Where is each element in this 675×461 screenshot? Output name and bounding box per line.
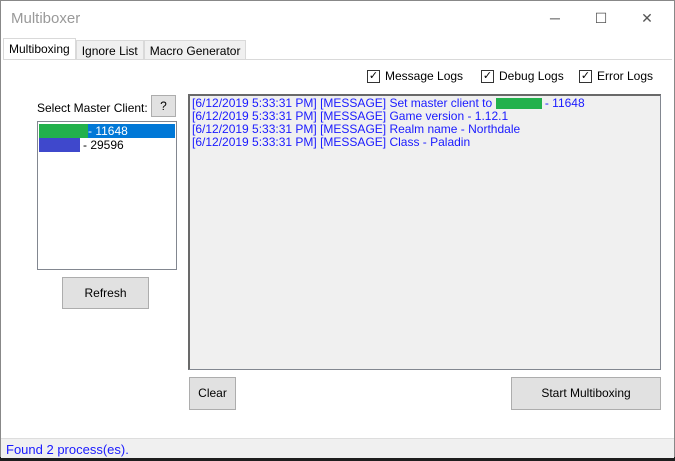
refresh-button[interactable]: Refresh — [62, 277, 149, 309]
check-icon: ✓ — [481, 69, 494, 83]
status-bar: Found 2 process(es). — [1, 438, 674, 458]
main-window: Multiboxer ─ ☐ ✕ Multiboxing Ignore List… — [0, 0, 675, 458]
client-name-redacted — [39, 138, 80, 152]
help-button[interactable]: ? — [151, 95, 176, 117]
debug-logs-checkbox[interactable]: ✓ Debug Logs — [481, 69, 564, 83]
client-name-redacted — [495, 98, 542, 110]
client-name-redacted — [39, 124, 88, 138]
client-list[interactable]: - 11648 - 29596 — [37, 121, 177, 270]
clear-button[interactable]: Clear — [189, 377, 236, 410]
error-logs-checkbox[interactable]: ✓ Error Logs — [579, 69, 653, 83]
client-pid: - 11648 — [88, 124, 128, 138]
client-item[interactable]: - 29596 — [39, 138, 175, 152]
log-output[interactable]: [6/12/2019 5:33:31 PM] [MESSAGE] Set mas… — [188, 94, 661, 370]
checkbox-label: Message Logs — [385, 69, 464, 83]
maximize-button[interactable]: ☐ — [578, 3, 624, 33]
master-client-label: Select Master Client: — [37, 101, 148, 115]
check-icon: ✓ — [367, 69, 380, 83]
log-line: [6/12/2019 5:33:31 PM] [MESSAGE] Class -… — [192, 135, 471, 149]
client-item[interactable]: - 11648 — [39, 124, 175, 138]
tab-macro-generator[interactable]: Macro Generator — [143, 40, 247, 60]
checkbox-label: Error Logs — [597, 69, 654, 83]
minimize-button[interactable]: ─ — [532, 3, 578, 33]
start-multiboxing-button[interactable]: Start Multiboxing — [511, 377, 661, 410]
check-icon: ✓ — [579, 69, 592, 83]
close-button[interactable]: ✕ — [624, 3, 670, 33]
tab-multiboxing[interactable]: Multiboxing — [3, 38, 76, 60]
tab-ignore-list[interactable]: Ignore List — [75, 40, 144, 60]
client-pid: - 29596 — [83, 138, 124, 152]
checkbox-label: Debug Logs — [499, 69, 564, 83]
window-title: Multiboxer — [11, 10, 81, 27]
message-logs-checkbox[interactable]: ✓ Message Logs — [367, 69, 463, 83]
